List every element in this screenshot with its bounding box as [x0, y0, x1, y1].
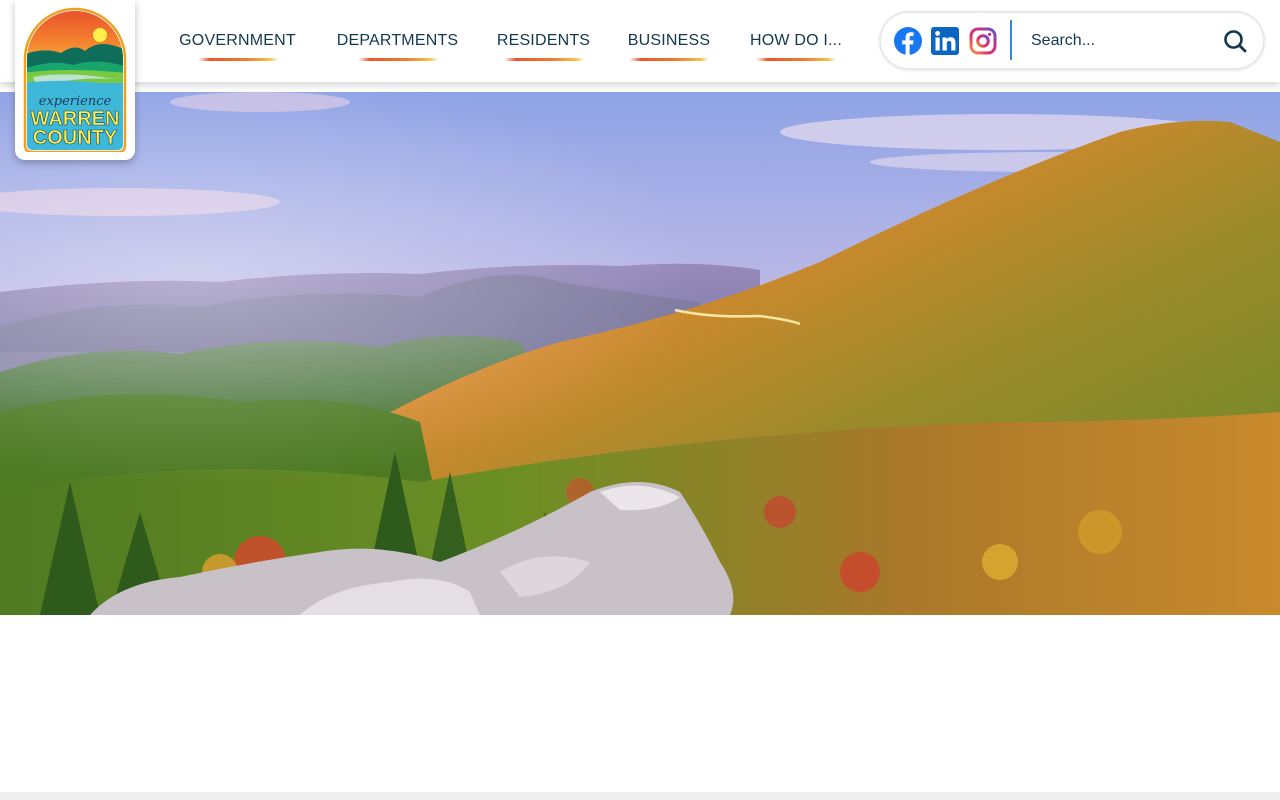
- warren-county-logo: experience WARREN COUNTY: [23, 7, 127, 152]
- nav-label: RESIDENTS: [496, 32, 591, 49]
- instagram-icon: [969, 27, 997, 54]
- nav-underline: [756, 58, 836, 61]
- main-nav: GOVERNMENT DEPARTMENTS RESIDENTS BUSINES…: [160, 0, 861, 82]
- linkedin-icon: [931, 26, 959, 55]
- search-icon: [1224, 30, 1247, 53]
- nav-label: GOVERNMENT: [179, 32, 296, 49]
- search-input[interactable]: [1021, 21, 1211, 60]
- linkedin-link[interactable]: [929, 11, 961, 70]
- nav-underline: [357, 58, 438, 61]
- nav-item-departments[interactable]: DEPARTMENTS: [315, 0, 480, 82]
- nav-label: DEPARTMENTS: [336, 32, 459, 49]
- search-button[interactable]: [1219, 25, 1251, 57]
- site-logo[interactable]: experience WARREN COUNTY: [15, 0, 135, 160]
- nav-item-how-do-i[interactable]: HOW DO I...: [731, 0, 861, 82]
- mountain-landscape: [0, 92, 1280, 615]
- hero-image: [0, 92, 1280, 615]
- instagram-link[interactable]: [967, 11, 999, 70]
- footer-strip: [0, 792, 1280, 800]
- divider: [1010, 20, 1012, 60]
- social-search-bar: [879, 11, 1265, 70]
- facebook-link[interactable]: [892, 11, 924, 70]
- nav-item-business[interactable]: BUSINESS: [607, 0, 731, 82]
- nav-item-residents[interactable]: RESIDENTS: [480, 0, 607, 82]
- facebook-icon: [894, 26, 922, 55]
- site-header: GOVERNMENT DEPARTMENTS RESIDENTS BUSINES…: [0, 0, 1280, 82]
- nav-label: HOW DO I...: [750, 32, 842, 49]
- nav-underline: [197, 58, 278, 61]
- nav-underline: [629, 58, 709, 61]
- nav-underline: [503, 58, 584, 61]
- nav-label: BUSINESS: [627, 32, 711, 49]
- nav-item-government[interactable]: GOVERNMENT: [160, 0, 315, 82]
- logo-line2: COUNTY: [33, 127, 118, 149]
- logo-script: experience: [39, 94, 112, 109]
